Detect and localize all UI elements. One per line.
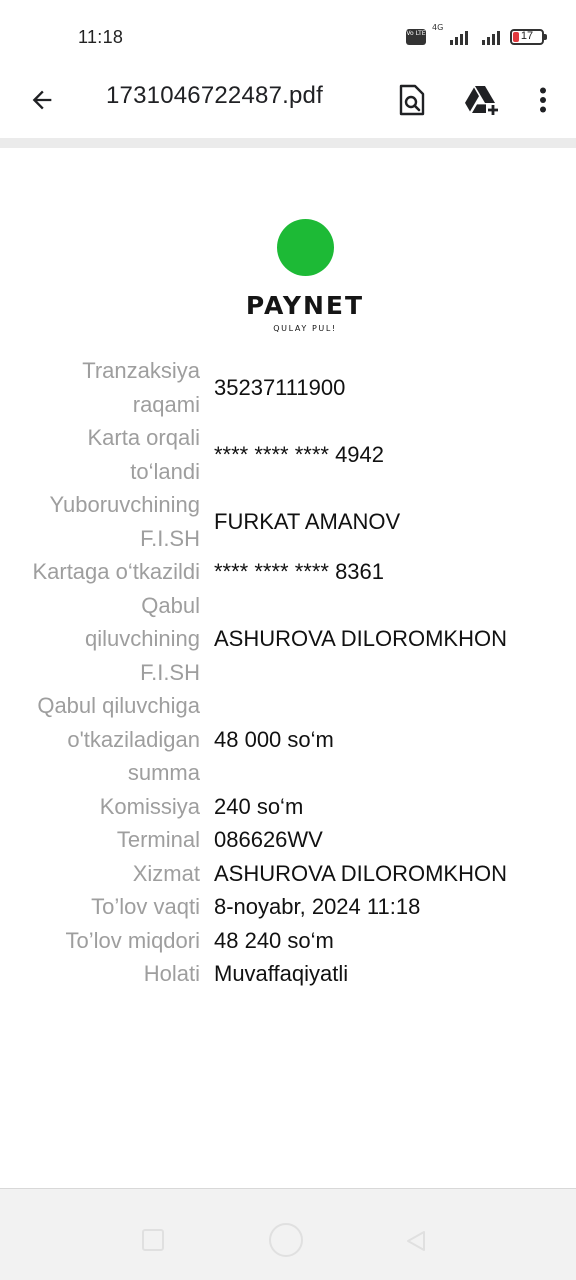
receipt-label-line: o'tkaziladigan: [67, 726, 200, 752]
receipt-label-line: raqami: [132, 391, 200, 417]
receipt-row: Tranzaksiya raqami 35237111900: [0, 354, 576, 421]
receipt-value: 240 so‘m: [214, 793, 304, 819]
receipt-label: Kartaga o‘tkazildi: [0, 555, 200, 589]
volte-icon: Vo LTE: [406, 29, 426, 45]
receipt-label-line: summa: [127, 760, 200, 785]
receipt-value: 48 240 so‘m: [214, 927, 334, 953]
paynet-tagline: QULAY PUL!: [273, 324, 337, 333]
receipt-label-line: Xizmat: [132, 860, 200, 886]
receipt-value: 35237111900: [214, 374, 346, 400]
receipt-label: Holati: [0, 957, 200, 991]
arrow-back-icon: [32, 90, 52, 110]
paynet-logo-text: PAYNET: [245, 291, 365, 320]
receipt-label: Yuboruvchining F.I.SH: [0, 488, 200, 555]
search-in-document-icon: [399, 84, 425, 116]
status-icons: Vo LTE 4G 17: [406, 23, 547, 48]
receipt-label: To’lov miqdori: [0, 924, 201, 958]
receipt-label: Xizmat: [0, 857, 200, 891]
search-document-button[interactable]: [392, 78, 432, 122]
receipt-value: **** **** **** 4942: [214, 441, 385, 467]
status-bar: 11:18 Vo LTE 4G 17: [0, 0, 576, 72]
file-title: 1731046722487.pdf: [106, 82, 323, 109]
receipt-label-line: qiluvchining: [85, 626, 200, 651]
receipt-row: Qabul qiluvchiga o'tkaziladigan summa 48 00…: [0, 689, 576, 790]
receipt-value: 8-noyabr, 2024 11:18: [214, 894, 421, 919]
signal-icon: [474, 27, 500, 47]
receipt-value: ASHUROVA DILOROMKHON: [214, 860, 507, 886]
receipt-details: Tranzaksiya raqami 35237111900 Karta orqali…: [0, 354, 576, 991]
receipt-row: Qabul qiluvchining F.I.SH ASHUROVA DILOROMK…: [0, 589, 576, 690]
receipt-label-line: F.I.SH: [140, 525, 200, 551]
battery-level: 17: [520, 30, 534, 42]
receipt-row: Xizmat ASHUROVA DILOROMKHON: [0, 857, 576, 891]
receipt-label-line: Qabul qiluvchiga: [37, 693, 200, 718]
paynet-logo-mark: [277, 219, 334, 276]
nav-back-icon[interactable]: [404, 1229, 428, 1253]
receipt-label-line: Terminal: [116, 827, 200, 852]
receipt-label-line: F.I.SH: [140, 659, 200, 685]
receipt-label: Komissiya: [0, 790, 200, 824]
receipt-row: Holati Muvaffaqiyatli: [0, 957, 576, 991]
receipt-label-line: Yuboruvchining: [49, 492, 200, 517]
receipt-value: FURKAT AMANOV: [214, 508, 401, 534]
receipt-label-line: Holati: [143, 961, 200, 986]
receipt-row: Kartaga o‘tkazildi **** **** **** 8361: [0, 555, 576, 589]
home-icon[interactable]: [269, 1223, 303, 1257]
receipt-row: Terminal 086626WV: [0, 823, 576, 857]
receipt-row: To’lov vaqti 8-noyabr, 2024 11:18: [0, 890, 576, 924]
receipt-label: Qabul qiluvchining F.I.SH: [0, 589, 200, 690]
pdf-page: PAYNET QULAY PUL! Tranzaksiya raqami 35237…: [0, 148, 576, 1188]
receipt-label: Terminal: [0, 823, 200, 857]
receipt-label-line: Kartaga o‘tkazildi: [32, 559, 200, 584]
receipt-row: Karta orqali to‘landi **** **** **** 4942: [0, 421, 576, 488]
receipt-label: Qabul qiluvchiga o'tkaziladigan summa: [0, 689, 200, 790]
more-options-button[interactable]: [528, 78, 558, 122]
receipt-value: 48 000 so‘m: [214, 726, 334, 752]
receipt-label: Karta orqali to‘landi: [0, 421, 200, 488]
toolbar-shadow: [0, 138, 576, 148]
receipt-value: **** **** **** 8361: [214, 559, 385, 584]
battery-icon: 17: [510, 29, 547, 45]
receipt-label-line: Qabul: [141, 592, 200, 618]
receipt-label-line: To’lov vaqti: [91, 894, 200, 919]
receipt-label-line: to‘landi: [130, 458, 200, 484]
receipt-label: Tranzaksiya raqami: [0, 354, 200, 421]
add-to-drive-button[interactable]: [460, 78, 504, 122]
receipt-row: Komissiya 240 so‘m: [0, 790, 576, 824]
receipt-value: 086626WV: [214, 827, 323, 852]
receipt-label-line: Tranzaksiya: [82, 358, 200, 383]
status-time: 11:18: [78, 27, 124, 47]
navigation-bar: [0, 1188, 576, 1280]
network-type: 4G: [432, 23, 444, 32]
receipt-label: To’lov vaqti: [0, 890, 200, 924]
add-to-drive-icon: [465, 86, 498, 115]
recent-apps-icon[interactable]: [142, 1229, 164, 1251]
more-vert-icon: [540, 87, 546, 113]
receipt-label-line: Komissiya: [99, 793, 200, 819]
back-button[interactable]: [22, 80, 62, 120]
receipt-value: Muvaffaqiyatli: [214, 961, 349, 986]
signal-4g-icon: 4G: [432, 23, 468, 47]
receipt-value: ASHUROVA DILOROMKHON: [214, 626, 507, 651]
receipt-row: To’lov miqdori 48 240 so‘m: [0, 924, 576, 958]
receipt-label-line: Karta orqali: [87, 425, 200, 450]
app-bar: 1731046722487.pdf: [0, 72, 576, 138]
receipt-label-line: To’lov miqdori: [65, 927, 201, 953]
receipt-row: Yuboruvchining F.I.SH FURKAT AMANOV: [0, 488, 576, 555]
